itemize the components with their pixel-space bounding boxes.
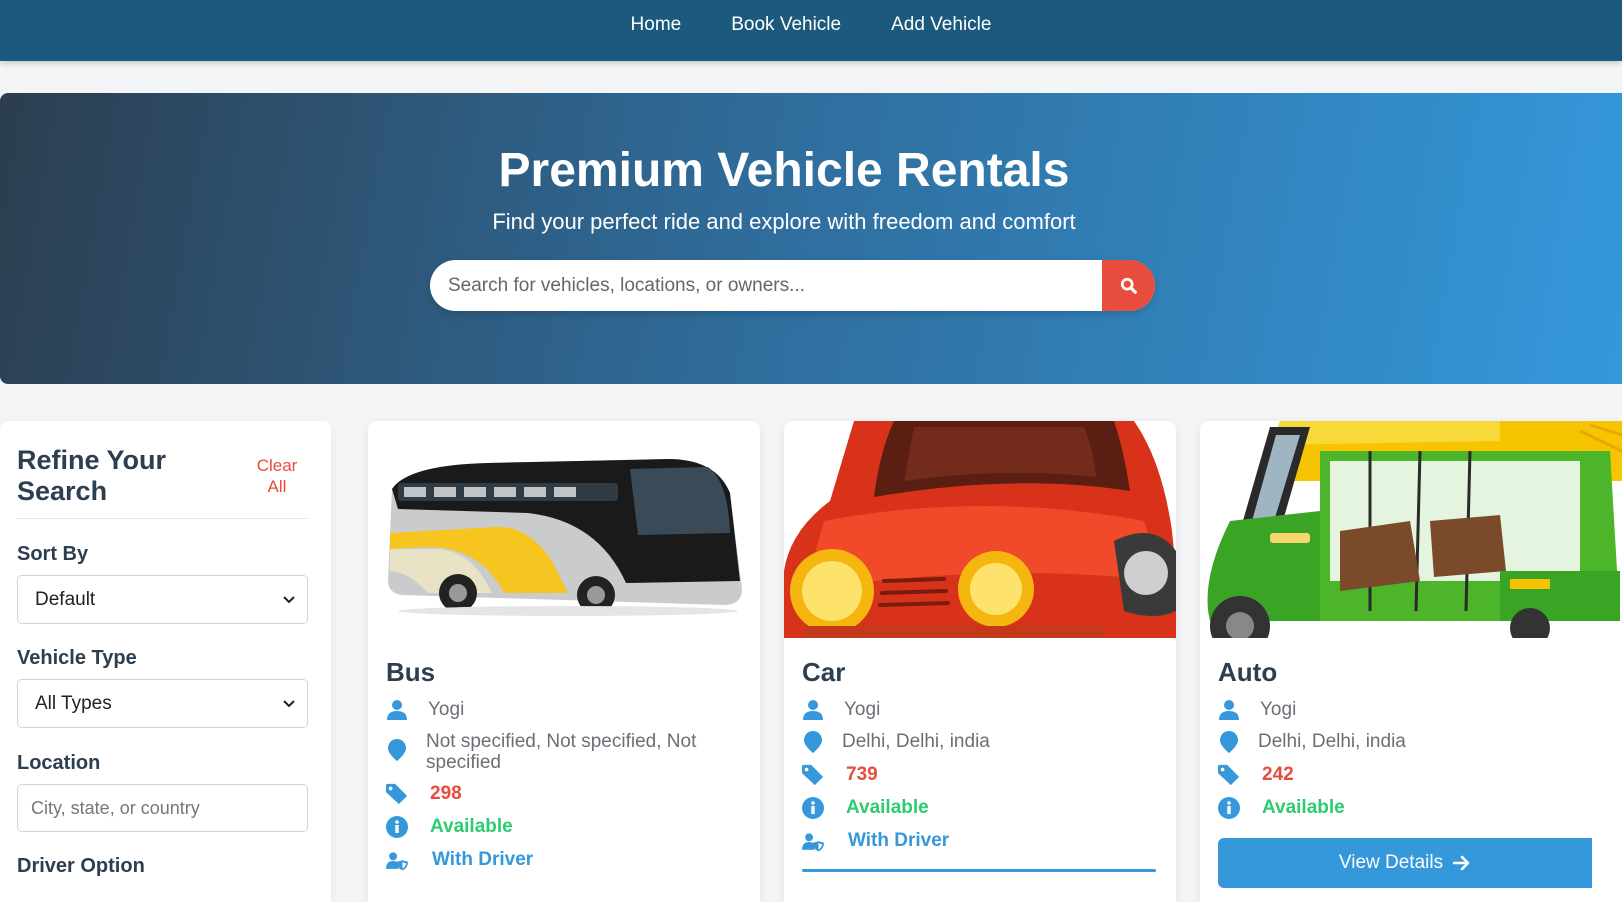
filter-sidebar: Refine Your Search Clear All Sort By Def…: [0, 421, 331, 902]
vehicle-type-value: All Types: [35, 692, 112, 714]
owner-row: Yogi: [802, 699, 880, 721]
map-marker-icon: [1218, 731, 1240, 753]
location-label: Location: [17, 752, 101, 774]
price-tag-icon: [1218, 764, 1240, 786]
top-navbar: Home Book Vehicle Add Vehicle: [0, 0, 1622, 61]
search-icon: [1120, 277, 1137, 294]
map-marker-icon: [802, 731, 824, 753]
vehicle-type-select[interactable]: All Types: [17, 679, 308, 728]
owner-name: Yogi: [844, 699, 881, 720]
hero-subtitle: Find your perfect ride and explore with …: [492, 209, 1076, 234]
price-tag-icon: [386, 783, 408, 805]
vehicle-card-car[interactable]: Car Yogi Delhi, Delhi, india 739 Availab…: [784, 421, 1176, 902]
price-tag-icon: [802, 764, 824, 786]
driver-row: With Driver: [386, 849, 533, 873]
vehicle-type-label: Vehicle Type: [17, 647, 137, 669]
hero-search-input[interactable]: [430, 260, 1102, 311]
filter-divider: [17, 518, 308, 519]
price-value: 298: [430, 783, 462, 804]
view-details-label: View Details: [1338, 852, 1444, 873]
user-shield-icon: [386, 849, 408, 873]
vehicle-title: Bus: [386, 657, 436, 687]
info-icon: [386, 816, 408, 838]
location-row: Delhi, Delhi, india: [802, 731, 990, 753]
hero-title: Premium Vehicle Rentals: [498, 144, 1070, 197]
clear-all-button[interactable]: Clear All: [246, 455, 308, 497]
driver-option: With Driver: [848, 830, 950, 851]
owner-row: Yogi: [386, 699, 464, 721]
location-text: Delhi, Delhi, india: [842, 731, 990, 752]
price-value: 242: [1262, 764, 1294, 785]
availability-status: Available: [430, 816, 513, 837]
user-shield-icon: [802, 830, 824, 854]
location-row: Not specified, Not specified, Not specif…: [386, 731, 716, 773]
info-icon: [1218, 797, 1240, 819]
vehicle-card-bus[interactable]: Bus Yogi Not specified, Not specified, N…: [368, 421, 760, 902]
owner-name: Yogi: [1260, 699, 1297, 720]
vehicle-title: Auto: [1218, 657, 1278, 687]
view-details-button-edge[interactable]: [802, 869, 1156, 872]
vehicle-title: Car: [802, 657, 846, 687]
chevron-down-icon: [283, 595, 295, 603]
status-row: Available: [802, 797, 929, 819]
vehicle-image-auto: [1200, 421, 1622, 638]
price-row: 739: [802, 764, 878, 786]
nav-add-vehicle-link[interactable]: Add Vehicle: [891, 14, 991, 36]
chevron-down-icon: [283, 699, 295, 707]
nav-links: Home Book Vehicle Add Vehicle: [631, 14, 992, 36]
user-icon: [1218, 699, 1240, 721]
price-row: 242: [1218, 764, 1294, 786]
driver-row: With Driver: [802, 830, 949, 854]
user-icon: [802, 699, 824, 721]
vehicle-image-bus: [368, 421, 760, 638]
availability-status: Available: [1262, 797, 1345, 818]
price-row: 298: [386, 783, 462, 805]
availability-status: Available: [846, 797, 929, 818]
price-value: 739: [846, 764, 878, 785]
view-details-button[interactable]: View Details: [1218, 838, 1592, 888]
sort-by-label: Sort By: [17, 543, 89, 565]
filter-title: Refine Your Search: [17, 445, 167, 506]
info-icon: [802, 797, 824, 819]
status-row: Available: [386, 816, 513, 838]
vehicle-image-car: [784, 421, 1176, 638]
hero-banner: Premium Vehicle Rentals Find your perfec…: [0, 93, 1622, 384]
owner-row: Yogi: [1218, 699, 1296, 721]
arrow-right-icon: [1453, 855, 1470, 871]
map-marker-icon: [386, 731, 408, 761]
sort-by-value: Default: [35, 588, 96, 610]
user-icon: [386, 699, 408, 721]
status-row: Available: [1218, 797, 1345, 819]
location-input[interactable]: [17, 784, 308, 832]
driver-option: With Driver: [432, 849, 534, 870]
hero-search-box: [430, 260, 1155, 311]
hero-search-button[interactable]: [1102, 260, 1155, 311]
sort-by-select[interactable]: Default: [17, 575, 308, 624]
nav-home-link[interactable]: Home: [631, 14, 682, 36]
location-row: Delhi, Delhi, india: [1218, 731, 1406, 753]
driver-option-label: Driver Option: [17, 855, 145, 877]
nav-book-vehicle-link[interactable]: Book Vehicle: [731, 14, 841, 36]
vehicle-card-auto[interactable]: Auto Yogi Delhi, Delhi, india 242 Availa…: [1200, 421, 1622, 902]
owner-name: Yogi: [428, 699, 465, 720]
location-text: Not specified, Not specified, Not specif…: [426, 731, 697, 773]
location-text: Delhi, Delhi, india: [1258, 731, 1406, 752]
